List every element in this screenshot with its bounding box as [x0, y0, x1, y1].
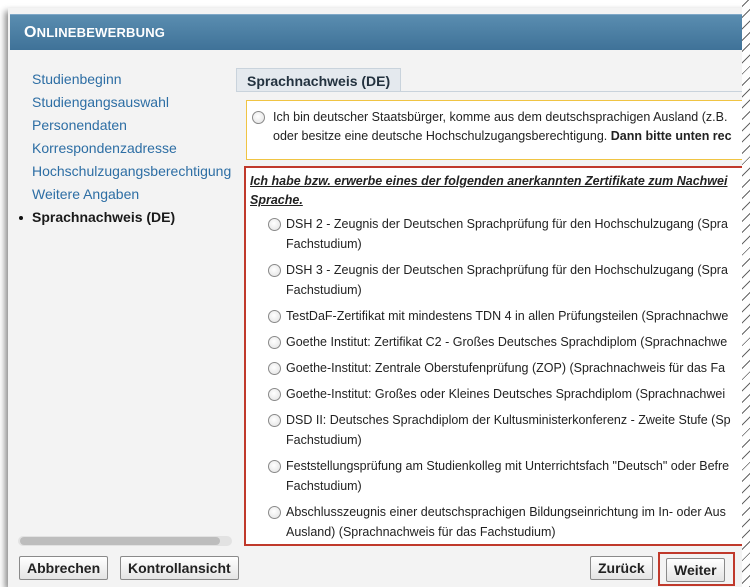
certificate-option-dsh2[interactable]: DSH 2 - Zeugnis der Deutschen Sprachprüf… [246, 214, 742, 260]
sidebar-nav-list: Studienbeginn Studiengangsauswahl Person… [18, 68, 232, 229]
sidebar-item-personendaten[interactable]: Personendaten [18, 114, 232, 137]
native-speaker-option[interactable]: Ich bin deutscher Staatsbürger, komme au… [246, 100, 742, 160]
certificate-heading: Ich habe bzw. erwerbe eines der folgende… [250, 174, 728, 207]
native-speaker-line2: oder besitze eine deutsche Hochschulzuga… [273, 129, 732, 143]
tab-divider [236, 91, 742, 92]
certificate-option-feststellungspruefung[interactable]: Feststellungsprüfung am Studienkolleg mi… [246, 456, 742, 502]
sidebar-item-studiengangsauswahl[interactable]: Studiengangsauswahl [18, 91, 232, 114]
sidebar-item-weitere-angaben[interactable]: Weitere Angaben [18, 183, 232, 206]
certificate-options-group: Ich habe bzw. erwerbe eines der folgende… [244, 166, 742, 546]
radio-button[interactable] [268, 460, 281, 473]
native-speaker-line1: Ich bin deutscher Staatsbürger, komme au… [273, 110, 728, 124]
sidebar-item-hochschulzugangsberechtigung[interactable]: Hochschulzugangsberechtigung [18, 160, 232, 183]
sidebar-nav: Studienbeginn Studiengangsauswahl Person… [18, 66, 232, 552]
radio-button[interactable] [268, 264, 281, 277]
certificate-option-goethe-zop[interactable]: Goethe-Institut: Zentrale Oberstufenprüf… [246, 358, 742, 384]
page-title: ONLINEBEWERBUNG [24, 24, 166, 41]
next-button[interactable]: Weiter [666, 558, 725, 582]
certificate-list: DSH 2 - Zeugnis der Deutschen Sprachprüf… [246, 214, 742, 544]
certificate-option-goethe-c2[interactable]: Goethe Institut: Zertifikat C2 - Großes … [246, 332, 742, 358]
certificate-option-dsh3[interactable]: DSH 3 - Zeugnis der Deutschen Sprachprüf… [246, 260, 742, 306]
sidebar-item-studienbeginn[interactable]: Studienbeginn [18, 68, 232, 91]
sidebar-horizontal-scrollbar[interactable] [18, 536, 232, 546]
radio-button[interactable] [268, 310, 281, 323]
sidebar-item-sprachnachweis[interactable]: Sprachnachweis (DE) [18, 206, 232, 229]
radio-button[interactable] [268, 414, 281, 427]
certificate-option-testdaf[interactable]: TestDaF-Zertifikat mit mindestens TDN 4 … [246, 306, 742, 332]
main-content: Sprachnachweis (DE) Ich bin deutscher St… [236, 66, 742, 552]
radio-button[interactable] [268, 362, 281, 375]
scrollbar-thumb[interactable] [20, 537, 220, 545]
radio-button[interactable] [268, 506, 281, 519]
certificate-option-goethe-sprachdiplom[interactable]: Goethe-Institut: Großes oder Kleines Deu… [246, 384, 742, 410]
radio-button[interactable] [268, 336, 281, 349]
back-button[interactable]: Zurück [590, 556, 653, 580]
cancel-button[interactable]: Abbrechen [19, 556, 109, 580]
certificate-option-abschlusszeugnis[interactable]: Abschlusszeugnis einer deutschsprachigen… [246, 502, 742, 544]
radio-button[interactable] [268, 388, 281, 401]
preview-button[interactable]: Kontrollansicht [120, 556, 239, 580]
next-button-highlight: Weiter [658, 552, 735, 586]
torn-edge [742, 0, 750, 587]
certificate-option-dsd2[interactable]: DSD II: Deutsches Sprachdiplom der Kultu… [246, 410, 742, 456]
native-speaker-radio[interactable] [252, 111, 265, 124]
radio-button[interactable] [268, 218, 281, 231]
sidebar-item-korrespondenzadresse[interactable]: Korrespondenzadresse [18, 137, 232, 160]
footer-toolbar: Abbrechen Kontrollansicht Zurück Weiter [10, 552, 742, 587]
section-tab-sprachnachweis: Sprachnachweis (DE) [236, 68, 402, 92]
page-header: ONLINEBEWERBUNG [10, 14, 742, 50]
